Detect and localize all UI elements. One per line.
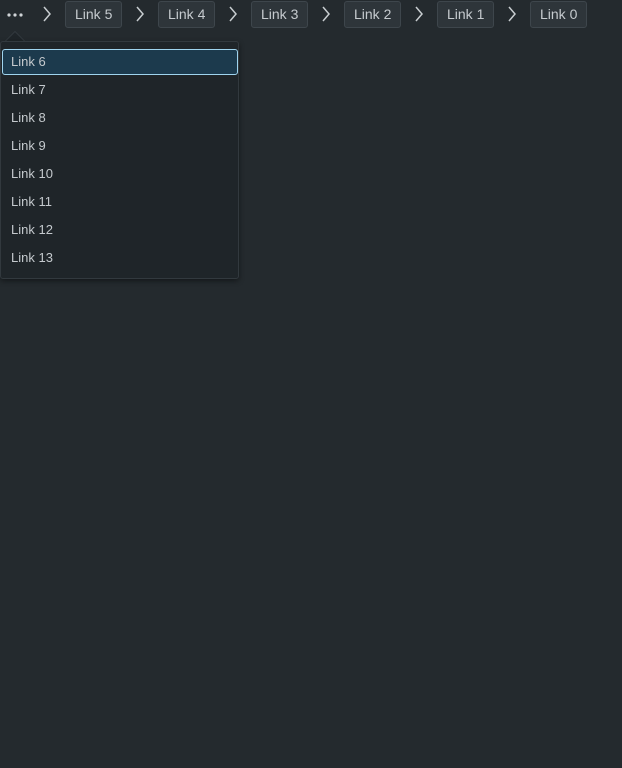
chevron-right-icon [321, 6, 331, 22]
breadcrumb-item-link-4[interactable]: Link 4 [158, 1, 216, 28]
breadcrumb-item-link-5[interactable]: Link 5 [65, 1, 123, 28]
menu-item-link-13[interactable]: Link 13 [2, 245, 238, 271]
overflow-menu: Link 6 Link 7 Link 8 Link 9 Link 10 Link… [0, 41, 239, 279]
breadcrumb-item-link-1[interactable]: Link 1 [437, 1, 495, 28]
menu-item-link-8[interactable]: Link 8 [2, 105, 238, 131]
breadcrumb: Link 5 Link 4 Link 3 Link 2 Link 1 Link … [0, 0, 622, 30]
breadcrumb-item-link-2[interactable]: Link 2 [344, 1, 402, 28]
chevron-right-icon [135, 6, 145, 22]
chevron-right-icon [228, 6, 238, 22]
chevron-right-icon [42, 6, 52, 22]
breadcrumb-overflow-button[interactable] [2, 2, 28, 28]
menu-item-link-11[interactable]: Link 11 [2, 189, 238, 215]
chevron-right-icon [507, 6, 517, 22]
menu-item-link-6[interactable]: Link 6 [2, 49, 238, 75]
chevron-right-icon [414, 6, 424, 22]
breadcrumb-item-link-3[interactable]: Link 3 [251, 1, 309, 28]
menu-item-link-10[interactable]: Link 10 [2, 161, 238, 187]
breadcrumb-item-link-0[interactable]: Link 0 [530, 1, 588, 28]
menu-item-link-12[interactable]: Link 12 [2, 217, 238, 243]
menu-item-link-7[interactable]: Link 7 [2, 77, 238, 103]
ellipsis-icon [7, 13, 23, 17]
menu-item-link-9[interactable]: Link 9 [2, 133, 238, 159]
